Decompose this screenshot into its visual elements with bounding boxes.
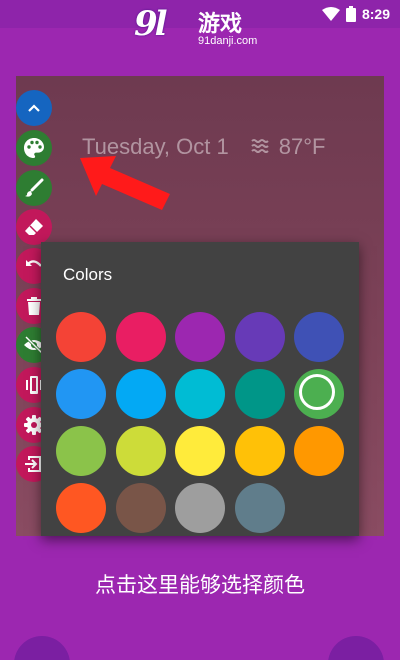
brush-icon xyxy=(25,178,44,197)
temperature-text: 87°F xyxy=(278,134,326,159)
color-swatch[interactable] xyxy=(234,426,285,476)
brush-button[interactable] xyxy=(16,170,52,206)
watermark-domain: 91danji.com xyxy=(198,35,258,47)
colors-dialog-title: Colors xyxy=(63,265,113,284)
color-swatch[interactable] xyxy=(234,369,285,419)
color-swatch[interactable] xyxy=(294,312,344,362)
chevron-up-icon xyxy=(28,104,40,112)
instruction-caption: 点击这里能够选择颜色 xyxy=(95,573,305,597)
color-swatch[interactable] xyxy=(56,312,106,362)
wifi-icon xyxy=(321,7,340,21)
eraser-icon xyxy=(25,219,43,235)
status-icons: 8:29 xyxy=(321,3,390,25)
status-time: 8:29 xyxy=(361,6,390,22)
color-swatch[interactable] xyxy=(175,312,225,362)
colors-dialog: Colors xyxy=(41,242,359,536)
annotation-arrow-icon xyxy=(80,156,170,210)
color-swatch[interactable] xyxy=(294,426,344,476)
color-swatch[interactable] xyxy=(175,426,225,476)
next-button[interactable] xyxy=(328,636,384,660)
color-swatch[interactable] xyxy=(115,312,166,362)
color-swatch[interactable] xyxy=(175,483,225,533)
colors-button[interactable] xyxy=(16,130,52,166)
previous-button[interactable] xyxy=(14,636,70,660)
annotation-arrow-shape xyxy=(80,156,170,210)
color-swatch[interactable] xyxy=(234,483,285,533)
color-swatch[interactable] xyxy=(115,483,166,533)
color-swatch[interactable] xyxy=(115,369,166,419)
watermark-title: 游戏 xyxy=(198,12,243,37)
palette-icon xyxy=(24,138,44,158)
color-swatch[interactable] xyxy=(56,426,106,476)
color-swatch[interactable] xyxy=(115,426,166,476)
color-swatch[interactable] xyxy=(56,483,106,533)
watermark-logo-mark: 9l xyxy=(134,4,168,44)
eraser-button[interactable] xyxy=(16,209,52,245)
color-swatch[interactable] xyxy=(56,369,106,419)
color-swatch[interactable] xyxy=(175,369,225,419)
battery-icon xyxy=(345,6,356,22)
haze-icon xyxy=(251,134,271,160)
color-swatch[interactable] xyxy=(234,312,285,362)
color-swatch[interactable] xyxy=(294,369,344,419)
watermark-logo: 9l 游戏 91danji.com xyxy=(134,2,274,52)
collapse-toolbar-button[interactable] xyxy=(16,90,52,126)
